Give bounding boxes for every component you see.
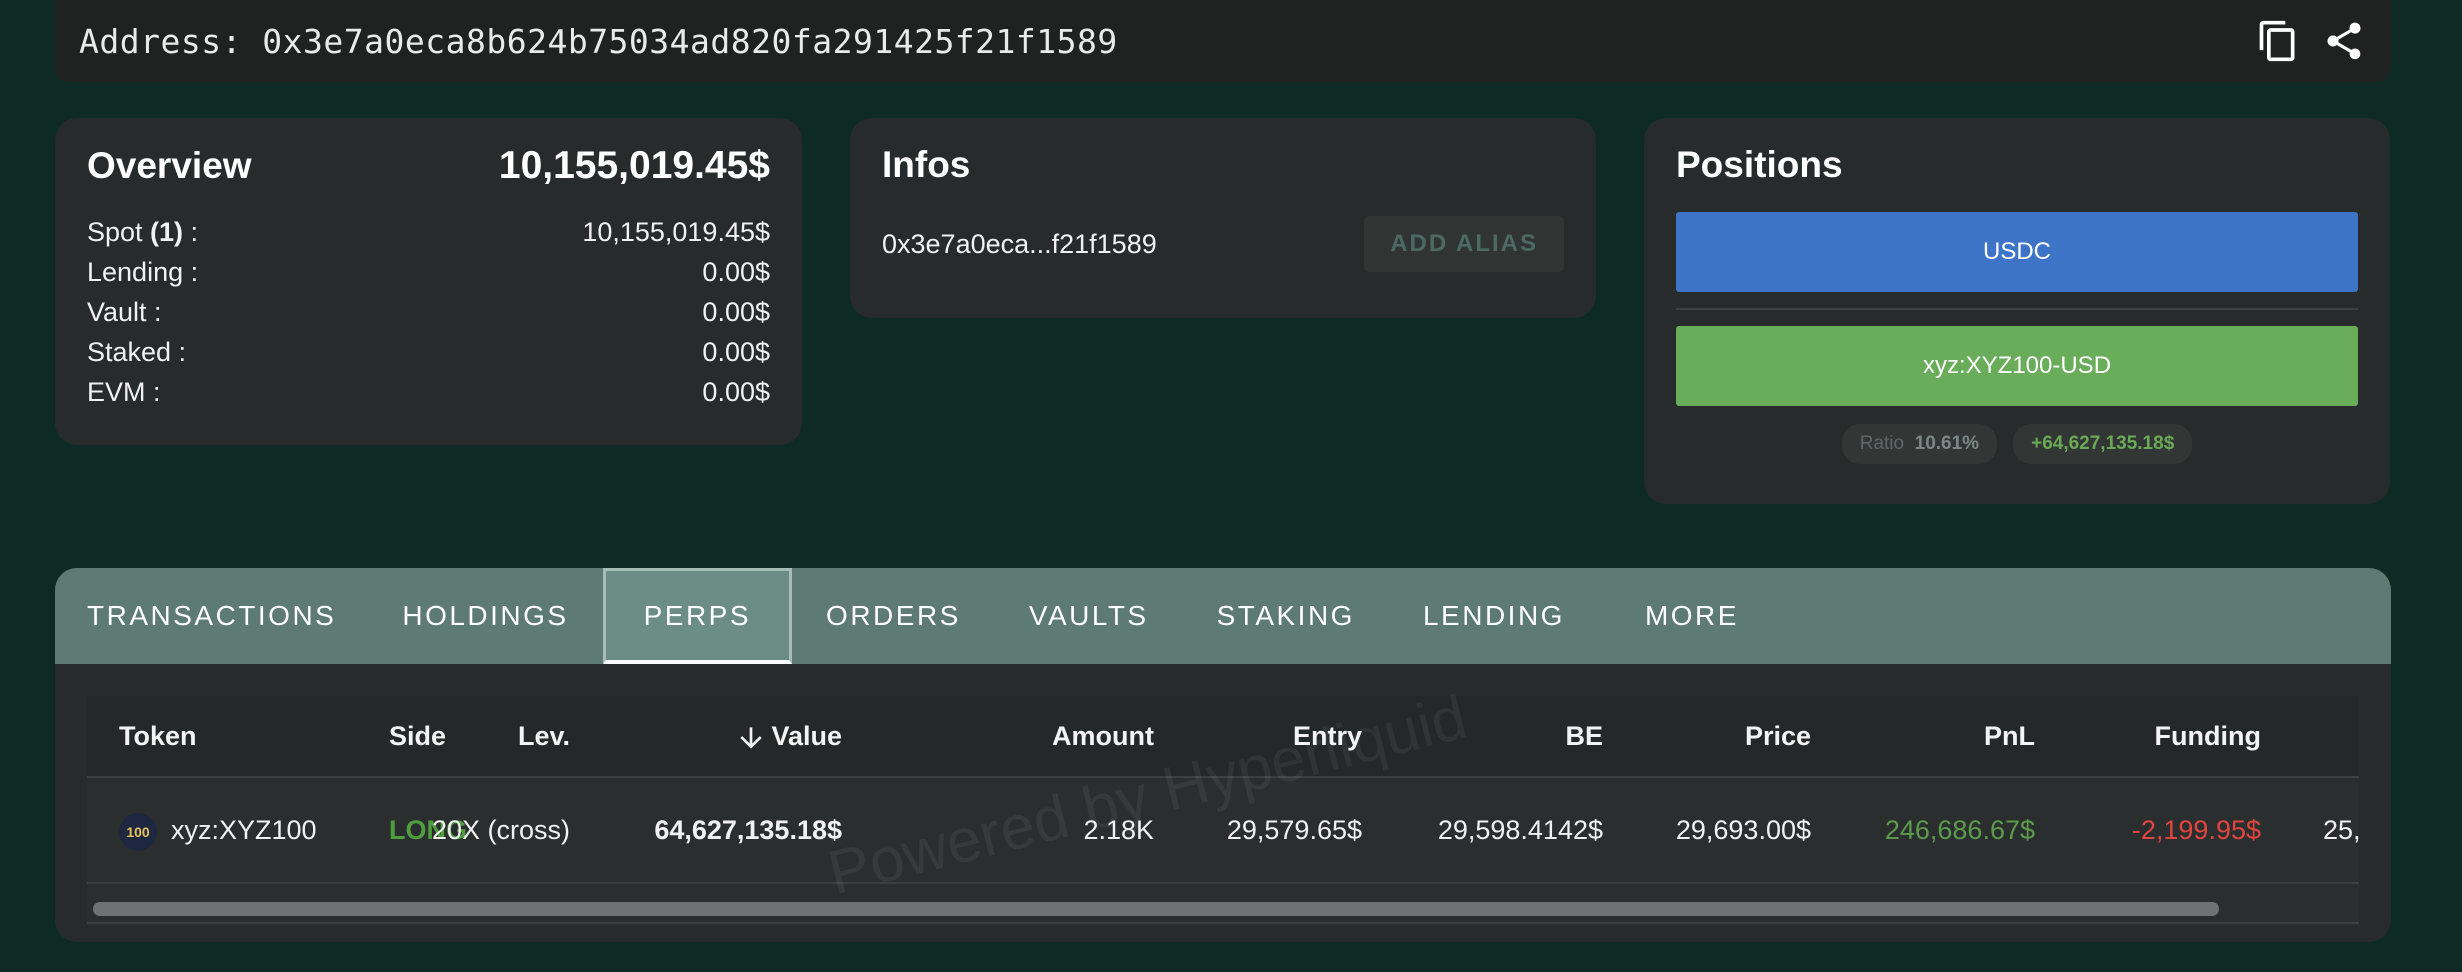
overview-label: Spot (1) : [87,216,199,247]
token-logo-icon: 100 [119,812,157,851]
overview-title: Overview [87,145,252,186]
copy-icon[interactable] [2255,18,2301,64]
overview-row-staked: Staked : 0.00$ [87,332,770,372]
cell-amount: 2.18K [1083,815,1154,845]
overview-label: Lending : [87,256,199,287]
th-lev[interactable]: Lev. [518,696,570,776]
ratio-chip: Ratio 10.61% [1841,424,1998,464]
pnl-chip: +64,627,135.18$ [2013,424,2193,464]
add-alias-button[interactable]: ADD ALIAS [1364,216,1564,272]
cell-lev: 20X (cross) [431,815,570,845]
position-bar-usdc[interactable]: USDC [1676,212,2358,292]
address-actions [2255,18,2367,64]
tab-more[interactable]: MORE [1599,568,1785,664]
overview-row-lending: Lending : 0.00$ [87,252,770,292]
positions-card: Positions USDC xyz:XYZ100-USD Ratio 10.6… [1644,118,2390,504]
tab-bar: TRANSACTIONS HOLDINGS PERPS ORDERS VAULT… [55,568,2391,664]
overview-label: Staked : [87,336,187,367]
overview-row-spot: Spot (1) : 10,155,019.45$ [87,212,770,252]
overview-label: Vault : [87,296,162,327]
horizontal-scrollbar[interactable] [93,902,2219,916]
position-bar-xyz[interactable]: xyz:XYZ100-USD [1676,326,2358,406]
cell-token: 100 xyz:XYZ100 [119,778,317,882]
tab-perps[interactable]: PERPS [602,568,793,664]
overview-value: 0.00$ [702,296,770,327]
positions-title: Positions [1676,144,1843,185]
table-header: Token Side Lev. Value Amount Entry BE Pr… [87,696,2359,776]
overview-label: EVM : [87,376,161,407]
share-icon[interactable] [2321,18,2367,64]
overview-value: 0.00$ [702,336,770,367]
overview-row-evm: EVM : 0.00$ [87,372,770,412]
cell-funding: -2,199.95$ [2131,815,2261,845]
th-be[interactable]: BE [1565,696,1603,776]
divider [87,882,2359,884]
overview-value: 10,155,019.45$ [582,216,770,247]
perps-table: Token Side Lev. Value Amount Entry BE Pr… [87,696,2361,926]
short-address: 0x3e7a0eca...f21f1589 [882,228,1157,259]
th-value[interactable]: Value [735,696,842,776]
ratio-value: 10.61% [1914,433,1980,454]
tab-lending[interactable]: LENDING [1389,568,1599,664]
cell-pnl: 246,686.67$ [1884,815,2035,845]
th-amount[interactable]: Amount [1052,696,1154,776]
cell-overflow: 25, [2323,815,2361,845]
tab-holdings[interactable]: HOLDINGS [368,568,602,664]
overview-value: 0.00$ [702,376,770,407]
divider [1676,308,2358,310]
th-entry[interactable]: Entry [1293,696,1362,776]
th-side[interactable]: Side [389,696,446,776]
cell-be: 29,598.4142$ [1437,815,1603,845]
cell-price: 29,693.00$ [1675,815,1811,845]
infos-card: Infos 0x3e7a0eca...f21f1589 ADD ALIAS [850,118,1596,318]
th-token[interactable]: Token [119,696,197,776]
th-price[interactable]: Price [1745,696,1811,776]
overview-row-vault: Vault : 0.00$ [87,292,770,332]
overview-value: 0.00$ [702,256,770,287]
th-pnl[interactable]: PnL [1984,696,2035,776]
tab-vaults[interactable]: VAULTS [995,568,1183,664]
address-text: Address: 0x3e7a0eca8b624b75034ad820fa291… [79,21,1118,61]
table-row[interactable]: 100 xyz:XYZ100 LONG 20X (cross) 64,627,13… [87,778,2361,882]
address-bar: Address: 0x3e7a0eca8b624b75034ad820fa291… [55,0,2391,82]
overview-total: 10,155,019.45$ [498,144,770,187]
tab-transactions[interactable]: TRANSACTIONS [55,568,368,664]
arrow-down-icon [740,727,763,749]
tab-staking[interactable]: STAKING [1183,568,1389,664]
spot-count: (1) [150,216,184,247]
tabs-panel: TRANSACTIONS HOLDINGS PERPS ORDERS VAULT… [55,568,2391,942]
divider [87,922,2359,924]
cell-value: 64,627,135.18$ [654,815,842,845]
cell-entry: 29,579.65$ [1226,815,1362,845]
tab-orders[interactable]: ORDERS [792,568,995,664]
th-funding[interactable]: Funding [2155,696,2261,776]
overview-card: Overview 10,155,019.45$ Spot (1) : 10,15… [55,118,802,445]
infos-title: Infos [882,144,971,185]
